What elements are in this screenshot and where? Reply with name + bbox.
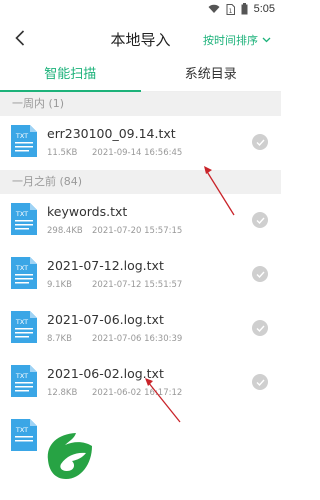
tab-bar: 智能扫描 系统目录 bbox=[0, 58, 281, 92]
wifi-icon bbox=[208, 4, 220, 13]
file-row[interactable]: TXT 2021-06-02.log.txt 12.8KB 2021-06-02… bbox=[0, 356, 281, 410]
select-checkbox[interactable] bbox=[252, 266, 268, 282]
file-size: 9.1KB bbox=[47, 280, 72, 290]
check-icon bbox=[256, 325, 265, 332]
file-size: 11.5KB bbox=[47, 148, 78, 158]
file-size: 12.8KB bbox=[47, 388, 78, 398]
file-icon-label: TXT bbox=[15, 210, 28, 218]
file-row[interactable]: TXT err230100_09.14.txt 11.5KB 2021-09-1… bbox=[0, 116, 281, 170]
file-name: 2021-06-02.log.txt bbox=[47, 366, 164, 381]
status-bar: 1 5:05 bbox=[0, 0, 281, 20]
file-date: 2021-07-12 15:51:57 bbox=[92, 280, 183, 290]
check-icon bbox=[256, 271, 265, 278]
check-icon bbox=[256, 379, 265, 386]
check-icon bbox=[256, 217, 265, 224]
file-date: 2021-06-02 16:17:12 bbox=[92, 388, 183, 398]
file-icon-label: TXT bbox=[15, 426, 28, 434]
file-name: keywords.txt bbox=[47, 204, 128, 219]
battery-icon bbox=[241, 3, 248, 15]
sort-dropdown[interactable]: 按时间排序 bbox=[203, 32, 271, 48]
file-name: 2021-07-12.log.txt bbox=[47, 258, 164, 273]
file-date: 2021-09-14 16:56:45 bbox=[92, 148, 183, 158]
file-icon-label: TXT bbox=[15, 372, 28, 380]
app-header: 本地导入 按时间排序 bbox=[0, 20, 281, 58]
txt-file-icon: TXT bbox=[11, 203, 37, 235]
svg-text:1: 1 bbox=[228, 8, 232, 15]
file-name: 2021-07-06.log.txt bbox=[47, 312, 164, 327]
sort-label: 按时间排序 bbox=[203, 34, 258, 47]
status-time: 5:05 bbox=[253, 3, 275, 15]
file-size: 8.7KB bbox=[47, 334, 72, 344]
select-checkbox[interactable] bbox=[252, 212, 268, 228]
chevron-down-icon bbox=[262, 37, 271, 43]
file-icon-label: TXT bbox=[15, 318, 28, 326]
file-icon-label: TXT bbox=[15, 132, 28, 140]
tab-smart-scan[interactable]: 智能扫描 bbox=[0, 58, 141, 92]
file-size: 298.4KB bbox=[47, 226, 83, 236]
file-date: 2021-07-20 15:57:15 bbox=[92, 226, 183, 236]
txt-file-icon: TXT bbox=[11, 257, 37, 289]
section-header-month: 一月之前 (84) bbox=[0, 170, 281, 194]
status-icons: 1 5:05 bbox=[208, 3, 275, 15]
leaf-logo bbox=[40, 428, 98, 486]
select-checkbox[interactable] bbox=[252, 134, 268, 150]
file-name: err230100_09.14.txt bbox=[47, 126, 176, 141]
check-icon bbox=[256, 139, 265, 146]
sim-icon: 1 bbox=[226, 3, 235, 15]
txt-file-icon: TXT bbox=[11, 419, 37, 451]
txt-file-icon: TXT bbox=[11, 311, 37, 343]
tab-system-directory[interactable]: 系统目录 bbox=[141, 58, 282, 91]
section-header-week: 一周内 (1) bbox=[0, 92, 281, 116]
file-row[interactable]: TXT 2021-07-06.log.txt 8.7KB 2021-07-06 … bbox=[0, 302, 281, 356]
file-row[interactable]: TXT keywords.txt 298.4KB 2021-07-20 15:5… bbox=[0, 194, 281, 248]
select-checkbox[interactable] bbox=[252, 374, 268, 390]
txt-file-icon: TXT bbox=[11, 365, 37, 397]
file-row[interactable]: TXT 2021-07-12.log.txt 9.1KB 2021-07-12 … bbox=[0, 248, 281, 302]
txt-file-icon: TXT bbox=[11, 125, 37, 157]
file-icon-label: TXT bbox=[15, 264, 28, 272]
file-date: 2021-07-06 16:30:39 bbox=[92, 334, 183, 344]
select-checkbox[interactable] bbox=[252, 320, 268, 336]
